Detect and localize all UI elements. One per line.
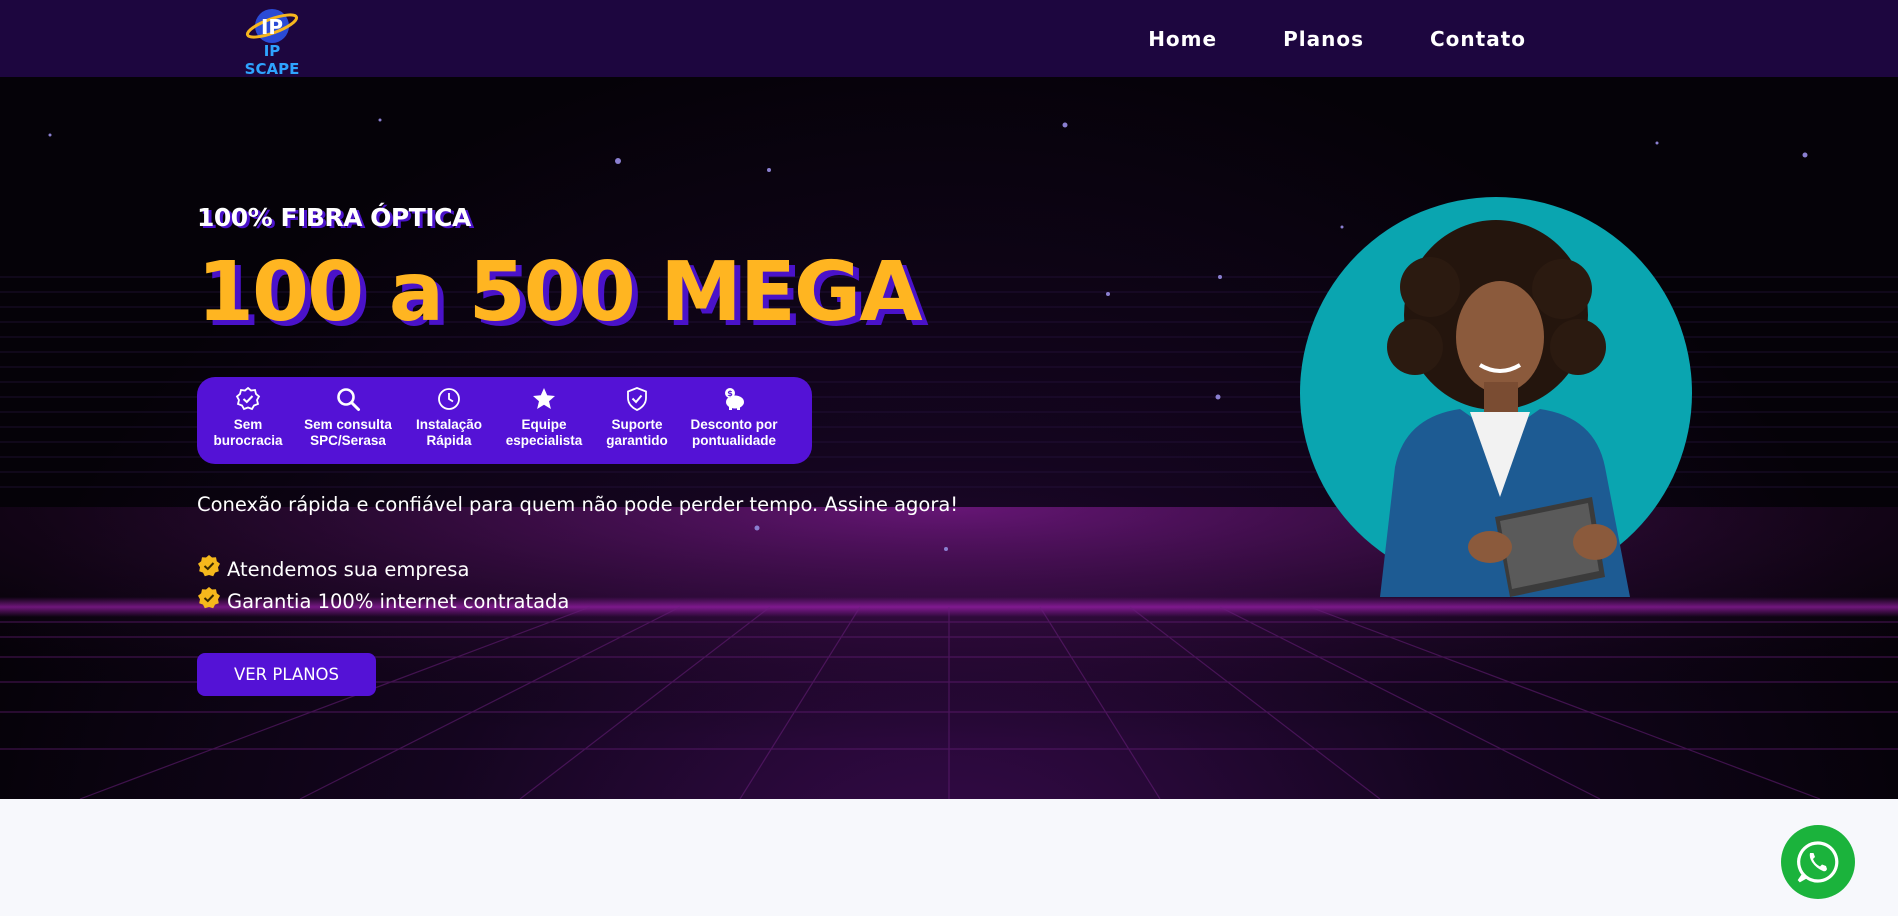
check-text: Atendemos sua empresa — [227, 557, 470, 581]
nav-home-link[interactable]: Home — [1148, 27, 1217, 51]
hero-section: 100% FIBRA ÓPTICA 100 a 500 MEGA Sem buro… — [0, 77, 1898, 799]
globe-logo-icon: IP — [245, 9, 299, 43]
check-item: Atendemos sua empresa — [197, 553, 569, 585]
feature-label: Sem consulta SPC/Serasa — [304, 417, 392, 448]
feature-label: Suporte garantido — [606, 417, 668, 448]
check-text: Garantia 100% internet contratada — [227, 589, 570, 613]
piggy-bank-icon: $ — [725, 388, 744, 410]
top-navbar: IP IP SCAPE Home Planos Contato — [0, 0, 1898, 78]
feature-item: Sem burocracia — [205, 377, 291, 449]
ver-planos-button[interactable]: VER PLANOS — [197, 653, 376, 696]
hero-tagline: Conexão rápida e confiável para quem não… — [197, 493, 959, 516]
logo-text: IP SCAPE — [244, 42, 300, 78]
hero-kicker: 100% FIBRA ÓPTICA — [197, 203, 471, 232]
check-badge-icon — [198, 555, 220, 577]
feature-label: Instalação Rápida — [415, 417, 483, 448]
hero-headline: 100 a 500 MEGA — [197, 245, 923, 340]
shield-check-icon — [627, 387, 647, 411]
search-icon — [337, 388, 360, 411]
svg-text:IP: IP — [261, 15, 283, 39]
feature-item: Equipe especialista — [493, 377, 595, 449]
badge-check-icon — [235, 386, 261, 411]
whatsapp-button[interactable] — [1781, 825, 1855, 899]
feature-label: Desconto por pontualidade — [690, 417, 778, 448]
feature-item: Instalação Rápida — [405, 377, 493, 449]
feature-label: Sem burocracia — [213, 417, 283, 448]
nav-links: Home Planos Contato — [1082, 0, 1526, 77]
clock-icon — [438, 388, 460, 410]
check-list: Atendemos sua empresa Garantia 100% inte… — [197, 553, 569, 617]
nav-contato-link[interactable]: Contato — [1430, 27, 1526, 51]
woman-with-tablet-photo — [1300, 197, 1692, 597]
check-badge-icon — [198, 587, 220, 609]
svg-text:$: $ — [727, 389, 733, 398]
feature-item: Suporte garantido — [595, 377, 679, 449]
feature-item: $ Desconto por pontualidade — [679, 377, 789, 449]
features-bar: Sem burocracia Sem consulta SPC/Serasa Ins… — [197, 377, 812, 464]
feature-item: Sem consulta SPC/Serasa — [291, 377, 405, 449]
whatsapp-icon — [1797, 841, 1839, 883]
brand-logo[interactable]: IP IP SCAPE — [236, 6, 308, 78]
star-icon — [533, 388, 555, 409]
check-item: Garantia 100% internet contratada — [197, 585, 569, 617]
nav-planos-link[interactable]: Planos — [1283, 27, 1364, 51]
feature-label: Equipe especialista — [505, 417, 583, 448]
